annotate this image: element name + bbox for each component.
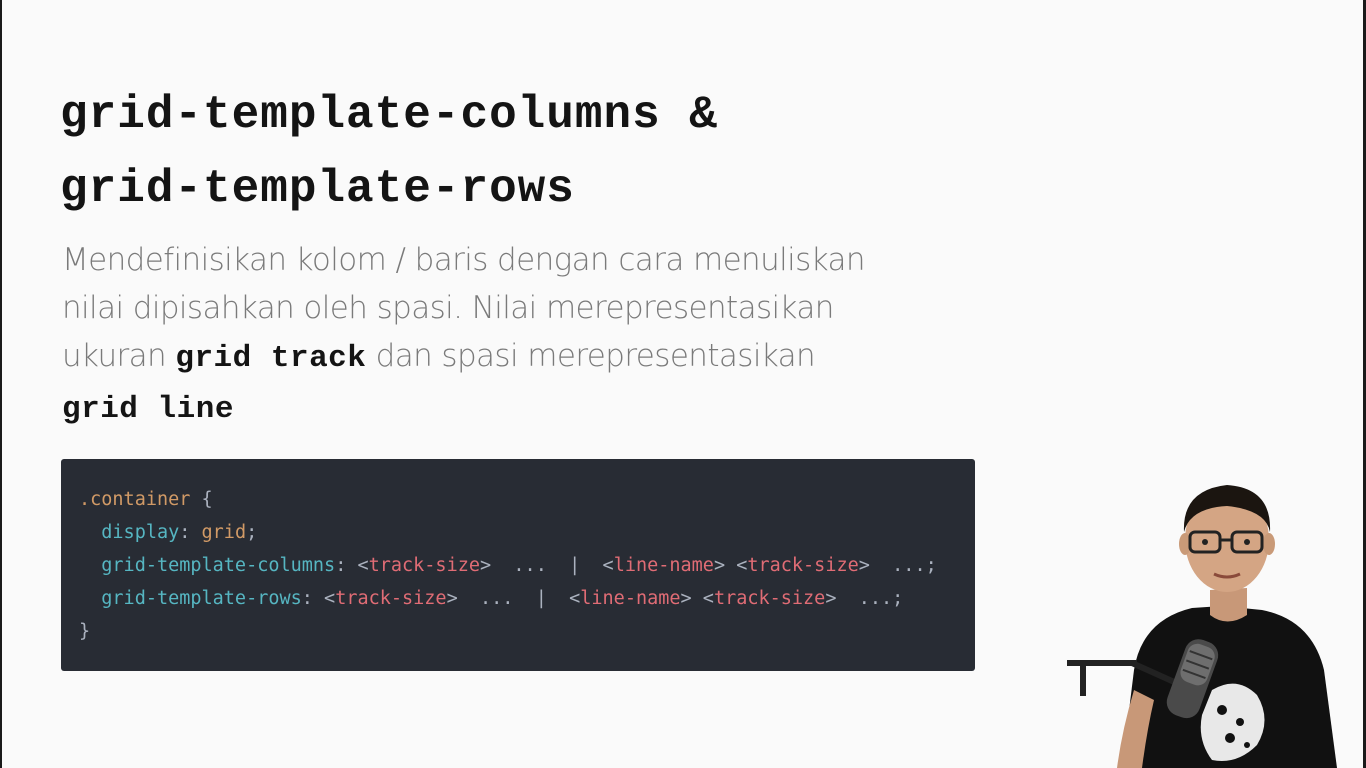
code-ellipsis: ... [480,588,514,609]
code-block: .container { display: grid; grid-templat… [61,459,975,671]
code-open-brace: { [201,489,213,510]
slide-title-line-2: grid-template-rows [60,163,575,215]
code-pipe: | [535,588,547,609]
desc-keyword-grid-track: grid track [175,341,367,376]
desc-text-2: dan spasi merepresentasikan [366,338,816,374]
presenter-illustration [1067,485,1337,768]
code-selector: .container [79,489,191,510]
code-close-brace: } [79,621,91,642]
code-value-grid: grid [201,522,247,543]
code-track-size: track-size [368,555,480,576]
code-ellipsis: ... [513,555,547,576]
code-track-size: track-size [335,588,447,609]
code-prop-columns: grid-template-columns [101,555,336,576]
code-line-4: grid-template-rows: <track-size> ... | <… [101,588,904,609]
code-line-3: grid-template-columns: <track-size> ... … [101,555,937,576]
code-pipe: | [569,555,581,576]
code-ellipsis: ... [892,555,926,576]
slide-title: grid-template-columns & grid-template-ro… [60,78,718,226]
code-line-2: display: grid; [101,522,258,543]
code-ellipsis: ... [858,588,893,609]
desc-keyword-grid-line: grid line [62,392,234,427]
slide-frame: grid-template-columns & grid-template-ro… [0,0,1366,768]
presenter-webcam [1062,470,1362,768]
code-line-name: line-name [580,588,681,609]
code-track-size: track-size [713,588,826,609]
code-line-5: } [79,615,957,648]
code-prop-rows: grid-template-rows [101,588,302,609]
code-prop-display: display [101,522,180,543]
code-line-1: .container { [79,483,957,516]
slide-description: Mendefinisikan kolom / baris dengan cara… [62,236,882,434]
slide-title-line-1: grid-template-columns & [60,89,718,141]
code-track-size: track-size [747,555,859,576]
code-line-name: line-name [613,555,714,576]
